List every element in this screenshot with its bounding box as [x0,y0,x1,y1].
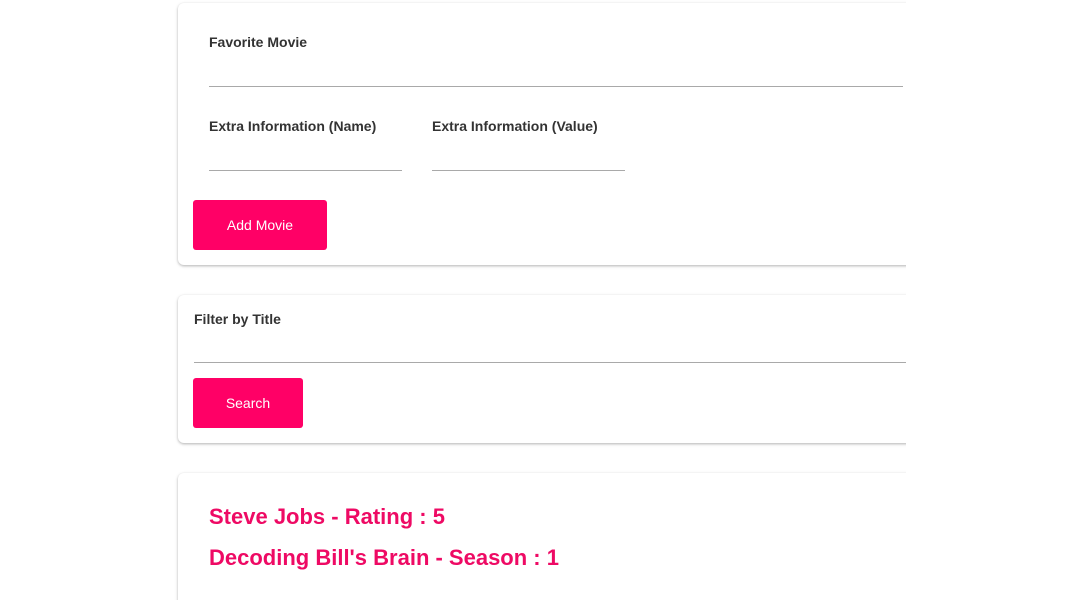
filter-title-input[interactable] [194,337,906,359]
favorite-movie-input[interactable] [209,63,903,85]
extra-name-input[interactable] [209,147,402,169]
search-button[interactable]: Search [193,378,303,428]
extra-value-label: Extra Information (Value) [432,118,598,134]
movie-list-card: Steve Jobs - Rating : 5 Decoding Bill's … [178,473,906,600]
extra-value-input[interactable] [432,147,625,169]
filter-title-label: Filter by Title [194,311,281,327]
list-item: Steve Jobs - Rating : 5 [209,504,445,529]
page: Favorite Movie Extra Information (Name) … [0,0,1080,600]
favorite-movie-label: Favorite Movie [209,34,308,50]
extra-name-underline [209,170,402,171]
favorite-movie-underline [209,86,903,87]
list-item: Decoding Bill's Brain - Season : 1 [209,545,559,570]
content-area: Favorite Movie Extra Information (Name) … [0,0,906,600]
extra-value-underline [432,170,625,171]
extra-name-label: Extra Information (Name) [209,118,377,134]
filter-title-underline [194,362,906,363]
add-movie-button[interactable]: Add Movie [193,200,327,250]
add-movie-card: Favorite Movie Extra Information (Name) … [178,3,906,265]
filter-card: Filter by Title Search [178,295,906,443]
